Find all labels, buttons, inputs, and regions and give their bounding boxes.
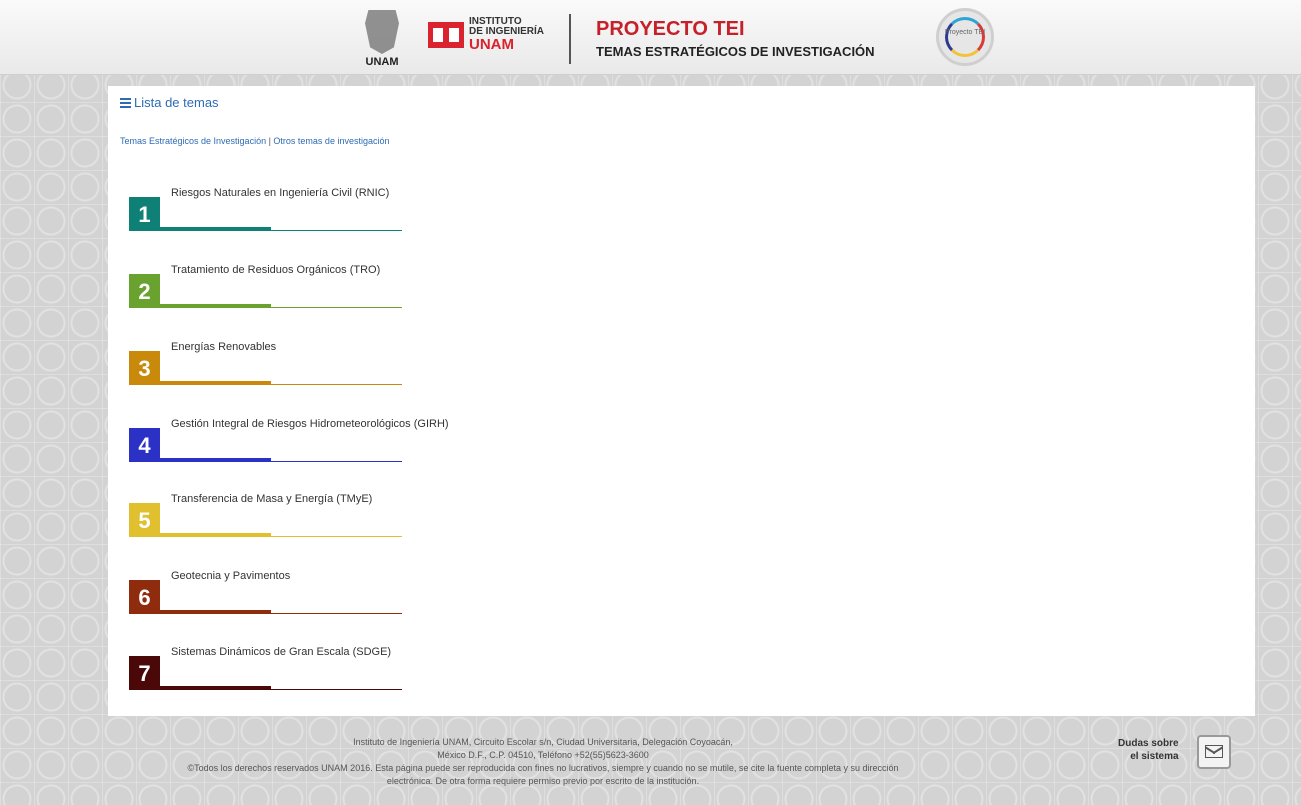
breadcrumb: Temas Estratégicos de Investigación | Ot…: [120, 136, 389, 146]
contact-mail-button[interactable]: [1197, 735, 1231, 769]
topic-item[interactable]: 5 Transferencia de Masa y Energía (TMyE): [129, 493, 402, 537]
unam-logo: UNAM: [362, 10, 402, 70]
topic-item[interactable]: 6 Geotecnia y Pavimentos: [129, 570, 402, 614]
project-badge-logo: Proyecto TEI: [936, 8, 994, 66]
topic-item[interactable]: 7 Sistemas Dinámicos de Gran Escala (SDG…: [129, 646, 402, 690]
topic-item[interactable]: 1 Riesgos Naturales en Ingeniería Civil …: [129, 187, 402, 231]
footer-line: México D.F., C.P. 04510, Teléfono +52(55…: [437, 750, 649, 760]
project-subtitle: TEMAS ESTRATÉGICOS DE INVESTIGACIÓN: [596, 44, 875, 59]
topic-label[interactable]: Energías Renovables: [171, 341, 276, 353]
main-panel: Lista de temas Temas Estratégicos de Inv…: [108, 86, 1255, 716]
help-label[interactable]: Dudas sobre el sistema: [1118, 737, 1179, 763]
help-label-line1: Dudas sobre: [1118, 738, 1179, 749]
topic-accent-bar: [160, 458, 271, 462]
breadcrumb-strategic-topics[interactable]: Temas Estratégicos de Investigación: [120, 136, 266, 146]
topic-label[interactable]: Sistemas Dinámicos de Gran Escala (SDGE): [171, 646, 391, 658]
footer-line: ©Todos los derechos reservados UNAM 2016…: [187, 763, 899, 773]
breadcrumb-other-topics[interactable]: Otros temas de investigación: [273, 136, 389, 146]
topic-label[interactable]: Gestión Integral de Riesgos Hidrometeoro…: [171, 418, 449, 430]
topic-number: 3: [129, 351, 160, 385]
topic-item[interactable]: 3 Energías Renovables: [129, 341, 402, 385]
topic-item[interactable]: 4 Gestión Integral de Riesgos Hidrometeo…: [129, 418, 449, 462]
topic-accent-bar: [160, 381, 271, 385]
topic-number: 7: [129, 656, 160, 690]
footer-address: Instituto de Ingeniería UNAM, Circuito E…: [108, 736, 978, 788]
header-divider: [569, 14, 571, 64]
help-label-line2: el sistema: [1130, 751, 1179, 762]
unam-label: UNAM: [365, 56, 399, 68]
footer-line: electrónica. De otra forma requiere perm…: [386, 776, 700, 786]
project-title: PROYECTO TEI: [596, 18, 745, 40]
topic-number: 5: [129, 503, 160, 537]
topic-item[interactable]: 2 Tratamiento de Residuos Orgánicos (TRO…: [129, 264, 402, 308]
site-header: UNAM INSTITUTO DE INGENIERÍA UNAM PROYEC…: [0, 0, 1301, 75]
topic-accent-bar: [160, 686, 271, 690]
list-icon: [120, 98, 131, 108]
list-title: Lista de temas: [134, 95, 219, 110]
footer-line: Instituto de Ingeniería UNAM, Circuito E…: [353, 737, 733, 747]
mail-icon: [1205, 745, 1223, 758]
badge-ring-icon: [945, 17, 985, 57]
unam-crest-icon: [365, 10, 399, 54]
topic-underline: [271, 613, 402, 614]
topic-number: 4: [129, 428, 160, 462]
topic-underline: [271, 307, 402, 308]
topic-label[interactable]: Tratamiento de Residuos Orgánicos (TRO): [171, 264, 380, 276]
institute-line3: UNAM: [469, 36, 514, 53]
badge-text: Proyecto TEI: [944, 29, 986, 36]
topic-underline: [271, 461, 402, 462]
topic-underline: [271, 230, 402, 231]
topic-underline: [271, 536, 402, 537]
topic-label[interactable]: Geotecnia y Pavimentos: [171, 570, 290, 582]
institute-name: INSTITUTO DE INGENIERÍA UNAM: [469, 17, 544, 53]
topic-label[interactable]: Transferencia de Masa y Energía (TMyE): [171, 493, 372, 505]
topic-label[interactable]: Riesgos Naturales en Ingeniería Civil (R…: [171, 187, 389, 199]
topic-underline: [271, 689, 402, 690]
topic-underline: [271, 384, 402, 385]
topic-accent-bar: [160, 533, 271, 537]
topic-list-link[interactable]: Lista de temas: [120, 95, 219, 110]
topic-accent-bar: [160, 227, 271, 231]
topic-number: 6: [129, 580, 160, 614]
topic-number: 2: [129, 274, 160, 308]
institute-logo-icon: [428, 22, 464, 48]
topic-accent-bar: [160, 610, 271, 614]
topic-number: 1: [129, 197, 160, 231]
topic-accent-bar: [160, 304, 271, 308]
